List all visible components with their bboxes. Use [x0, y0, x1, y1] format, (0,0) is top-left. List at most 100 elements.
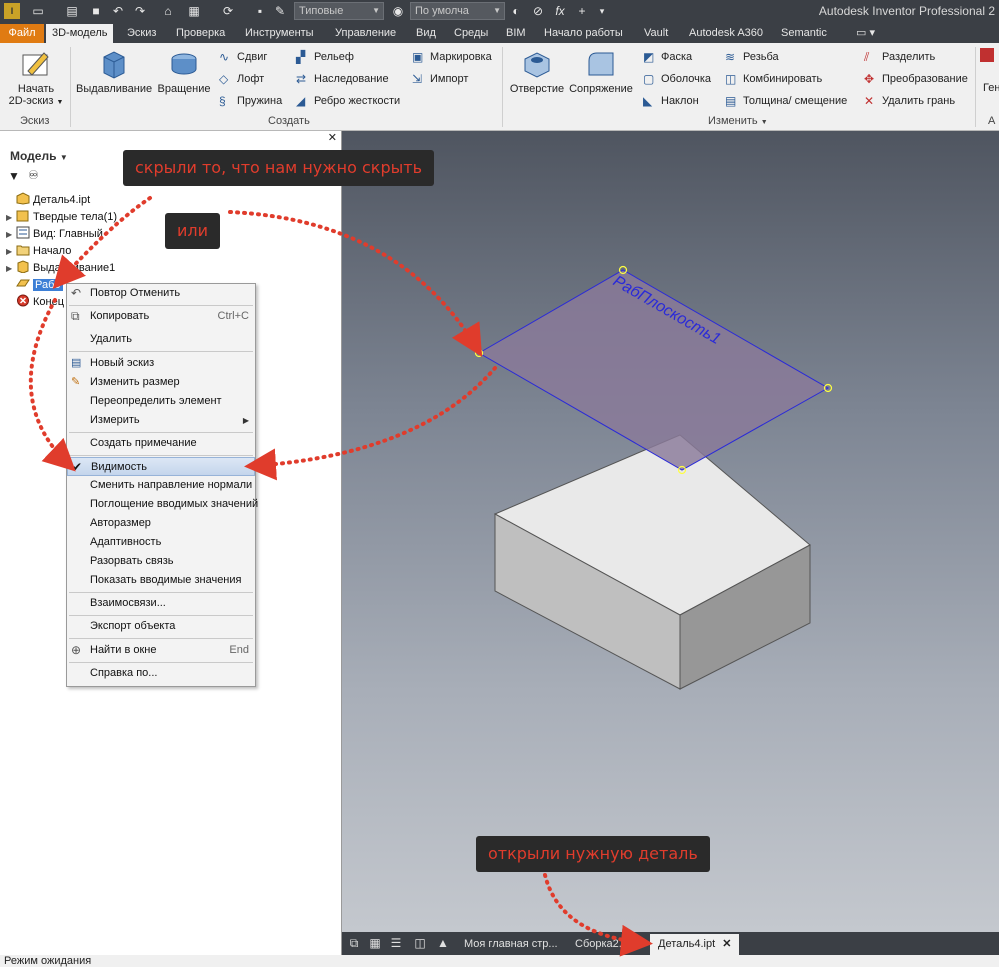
- graphics-viewport[interactable]: РабПлоскость1: [342, 131, 999, 932]
- delete-face-button[interactable]: ✕ Удалить грань: [862, 92, 955, 112]
- menu-item-relationships[interactable]: Взаимосвязи...: [67, 594, 255, 613]
- decal-button[interactable]: ▣ Маркировка: [410, 48, 492, 68]
- menu-item-repeat-cancel[interactable]: ↶ Повтор Отменить: [67, 284, 255, 303]
- tab-view[interactable]: Вид: [410, 24, 442, 43]
- menu-item-visibility[interactable]: ✔ Видимость: [67, 457, 255, 476]
- tree-item-view[interactable]: ▶ Вид: Главный: [6, 226, 103, 243]
- generator-button[interactable]: [976, 48, 994, 68]
- tile-vertical-icon[interactable]: ◫: [412, 936, 428, 951]
- cascade-windows-icon[interactable]: ⧉: [346, 936, 362, 951]
- appearance-adjust-icon[interactable]: ◐: [508, 3, 524, 19]
- tab-3d-model[interactable]: 3D-модель: [46, 24, 114, 43]
- menu-item-adaptive[interactable]: Адаптивность: [67, 533, 255, 552]
- update-icon[interactable]: ⟳: [220, 3, 236, 19]
- ribbon-display-toggle[interactable]: ▭ ▾: [850, 24, 881, 43]
- hole-button[interactable]: Отверстие: [508, 47, 566, 95]
- new-file-icon[interactable]: ▭: [30, 3, 46, 19]
- fillet-button[interactable]: Сопряжение: [568, 47, 634, 95]
- menu-item-flip-normal[interactable]: Сменить направление нормали: [67, 476, 255, 495]
- filter-icon[interactable]: ▼: [8, 169, 20, 183]
- tile-windows-icon[interactable]: ▦: [367, 936, 383, 951]
- revolve-button[interactable]: Вращение: [155, 47, 213, 95]
- menu-item-export-object[interactable]: Экспорт объекта: [67, 617, 255, 636]
- tab-inspect[interactable]: Проверка: [170, 24, 231, 43]
- rib-button[interactable]: ◢ Ребро жесткости: [294, 92, 400, 112]
- material-select[interactable]: По умолча ▼: [410, 2, 505, 20]
- menu-item-redefine[interactable]: Переопределить элемент: [67, 392, 255, 411]
- clear-appearance-icon[interactable]: ⊘: [530, 3, 546, 19]
- tab-a360[interactable]: Autodesk A360: [683, 24, 769, 43]
- home-icon[interactable]: ⌂: [160, 3, 176, 19]
- chamfer-button[interactable]: ◩ Фаска: [641, 48, 692, 68]
- tree-item-solid-bodies[interactable]: ▶ Твердые тела(1): [6, 209, 117, 226]
- tree-item-origin[interactable]: ▶ Начало: [6, 243, 71, 260]
- browser-title[interactable]: Модель ▼: [10, 149, 68, 163]
- combine-button[interactable]: ◫ Комбинировать: [723, 70, 822, 90]
- expand-arrow-icon[interactable]: ▶: [6, 243, 16, 260]
- panel-label-modify[interactable]: Изменить ▼: [708, 115, 768, 127]
- tree-item-extrusion[interactable]: ▶ Выдавливание1: [6, 260, 115, 277]
- sweep-button[interactable]: ∿ Сдвиг: [217, 48, 267, 68]
- sketch-icon[interactable]: ✎: [272, 3, 288, 19]
- menu-item-edit-size[interactable]: ✎ Изменить размер: [67, 373, 255, 392]
- appearance-select[interactable]: Типовые ▼: [294, 2, 384, 20]
- expand-arrow-icon[interactable]: ▶: [6, 209, 16, 226]
- inventor-logo-icon[interactable]: I: [4, 3, 20, 19]
- menu-item-show-inputs[interactable]: Показать вводимые значения: [67, 571, 255, 590]
- menu-item-help[interactable]: Справка по...: [67, 664, 255, 683]
- tab-environments[interactable]: Среды: [448, 24, 494, 43]
- loft-button[interactable]: ◇ Лофт: [217, 70, 264, 90]
- measure-icon[interactable]: ▪: [252, 3, 268, 19]
- tab-list-arrow-icon[interactable]: ▲: [435, 936, 451, 951]
- doc-tab-home[interactable]: Моя главная стр...: [456, 934, 566, 955]
- expand-arrow-icon[interactable]: ▶: [6, 260, 16, 277]
- tree-item-part[interactable]: Деталь4.ipt: [6, 192, 90, 209]
- search-binoculars-icon[interactable]: ♾: [28, 168, 39, 182]
- plus-icon[interactable]: +: [574, 3, 590, 19]
- undo-icon[interactable]: ↶: [110, 3, 126, 19]
- tab-manage[interactable]: Управление: [329, 24, 402, 43]
- thicken-button[interactable]: ▤ Толщина/ смещение: [723, 92, 847, 112]
- parameters-fx-icon[interactable]: fx: [552, 3, 568, 19]
- save-icon[interactable]: ■: [88, 3, 104, 19]
- open-folder-icon[interactable]: ▤: [64, 3, 80, 19]
- doc-tab-assembly[interactable]: Сборка2.iam: [567, 934, 648, 955]
- draft-button[interactable]: ◣ Наклон: [641, 92, 699, 112]
- import-button[interactable]: ⇲ Импорт: [410, 70, 468, 90]
- tab-getting-started[interactable]: Начало работы: [538, 24, 629, 43]
- direct-edit-button[interactable]: ✥ Преобразование: [862, 70, 968, 90]
- menu-item-copy[interactable]: ⧉ Копировать Ctrl+C: [67, 307, 255, 326]
- tab-semantic[interactable]: Semantic: [775, 24, 833, 43]
- menu-item-break-link[interactable]: Разорвать связь: [67, 552, 255, 571]
- customize-menu-icon[interactable]: ▾: [594, 3, 610, 19]
- extrude-button[interactable]: Выдавливание: [76, 47, 152, 95]
- doc-tab-part[interactable]: Деталь4.ipt ✕: [650, 934, 740, 955]
- tab-sketch[interactable]: Эскиз: [121, 24, 162, 43]
- tree-item-end-of-part[interactable]: Конец: [6, 294, 64, 311]
- tab-tools[interactable]: Инструменты: [239, 24, 320, 43]
- thread-button[interactable]: ≋ Резьба: [723, 48, 779, 68]
- menu-item-autoresize[interactable]: Авторазмер: [67, 514, 255, 533]
- tile-horizontal-icon[interactable]: ☰: [388, 936, 404, 951]
- menu-item-new-sketch[interactable]: ▤ Новый эскиз: [67, 354, 255, 373]
- redo-icon[interactable]: ↷: [132, 3, 148, 19]
- close-icon[interactable]: ✕: [722, 938, 731, 950]
- color-wheel-icon[interactable]: ◉: [390, 3, 406, 19]
- tree-item-work-plane[interactable]: Рабо: [6, 277, 63, 294]
- menu-item-delete[interactable]: Удалить: [67, 330, 255, 349]
- derive-button[interactable]: ⇄ Наследование: [294, 70, 389, 90]
- tab-file[interactable]: Файл: [0, 24, 44, 43]
- split-button[interactable]: ⫽ Разделить: [862, 48, 935, 68]
- tab-bim[interactable]: BIM: [500, 24, 532, 43]
- tab-vault[interactable]: Vault: [638, 24, 674, 43]
- coil-button[interactable]: § Пружина: [217, 92, 282, 112]
- emboss-button[interactable]: ▞ Рельеф: [294, 48, 354, 68]
- select-filter-icon[interactable]: ▦: [186, 3, 202, 19]
- shell-button[interactable]: ▢ Оболочка: [641, 70, 711, 90]
- close-icon[interactable]: ✕: [328, 131, 337, 144]
- menu-item-consume-inputs[interactable]: Поглощение вводимых значений: [67, 495, 258, 514]
- menu-item-find-in-window[interactable]: ⊕ Найти в окне End: [67, 641, 255, 660]
- menu-item-create-note[interactable]: Создать примечание: [67, 434, 255, 453]
- start-2d-sketch-button[interactable]: Начать 2D-эскиз ▼: [8, 47, 64, 107]
- expand-arrow-icon[interactable]: ▶: [6, 226, 16, 243]
